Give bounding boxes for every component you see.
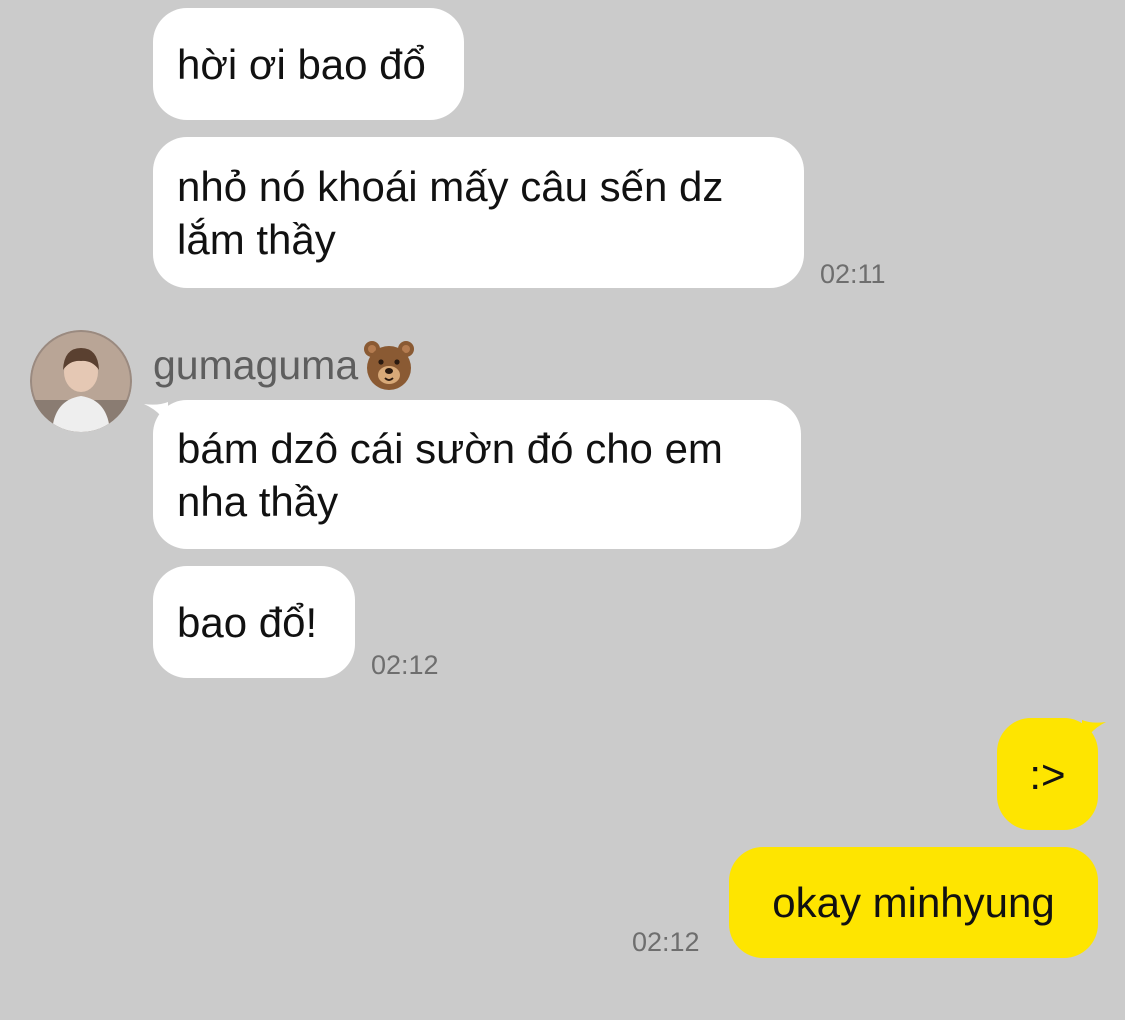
message-text-line: lắm thầy <box>177 215 336 263</box>
message-text: hời ơi bao đổ <box>177 40 426 88</box>
message-bubble-incoming[interactable]: hời ơi bao đổ <box>153 8 464 120</box>
message-text: :> <box>1029 750 1066 798</box>
message-text: okay minhyung <box>772 879 1055 926</box>
sender-name: gumaguma <box>153 338 416 392</box>
bear-face-icon <box>364 341 415 390</box>
sender-name-text: gumaguma <box>153 341 359 388</box>
message-bubble-incoming[interactable]: bao đổ! <box>153 566 355 678</box>
message-bubble-incoming[interactable]: nhỏ nó khoái mấy câu sến dz lắm thầy <box>153 137 804 288</box>
message-timestamp: 02:11 <box>820 259 886 289</box>
message-timestamp: 02:12 <box>371 650 439 680</box>
message-timestamp: 02:12 <box>632 927 700 957</box>
message-text: bao đổ! <box>177 598 318 646</box>
message-bubble-outgoing[interactable]: okay minhyung <box>729 847 1098 958</box>
message-bubble-outgoing[interactable]: :> <box>997 718 1098 830</box>
message-text-line: nhỏ nó khoái mấy câu sến dz <box>177 162 724 210</box>
message-text-line: bám dzô cái sườn đó cho em <box>177 424 723 472</box>
profile-photo-icon <box>30 330 132 432</box>
avatar[interactable] <box>30 330 132 432</box>
message-text-line: nha thầy <box>177 477 339 525</box>
message-bubble-incoming[interactable]: bám dzô cái sườn đó cho em nha thầy <box>153 400 801 549</box>
